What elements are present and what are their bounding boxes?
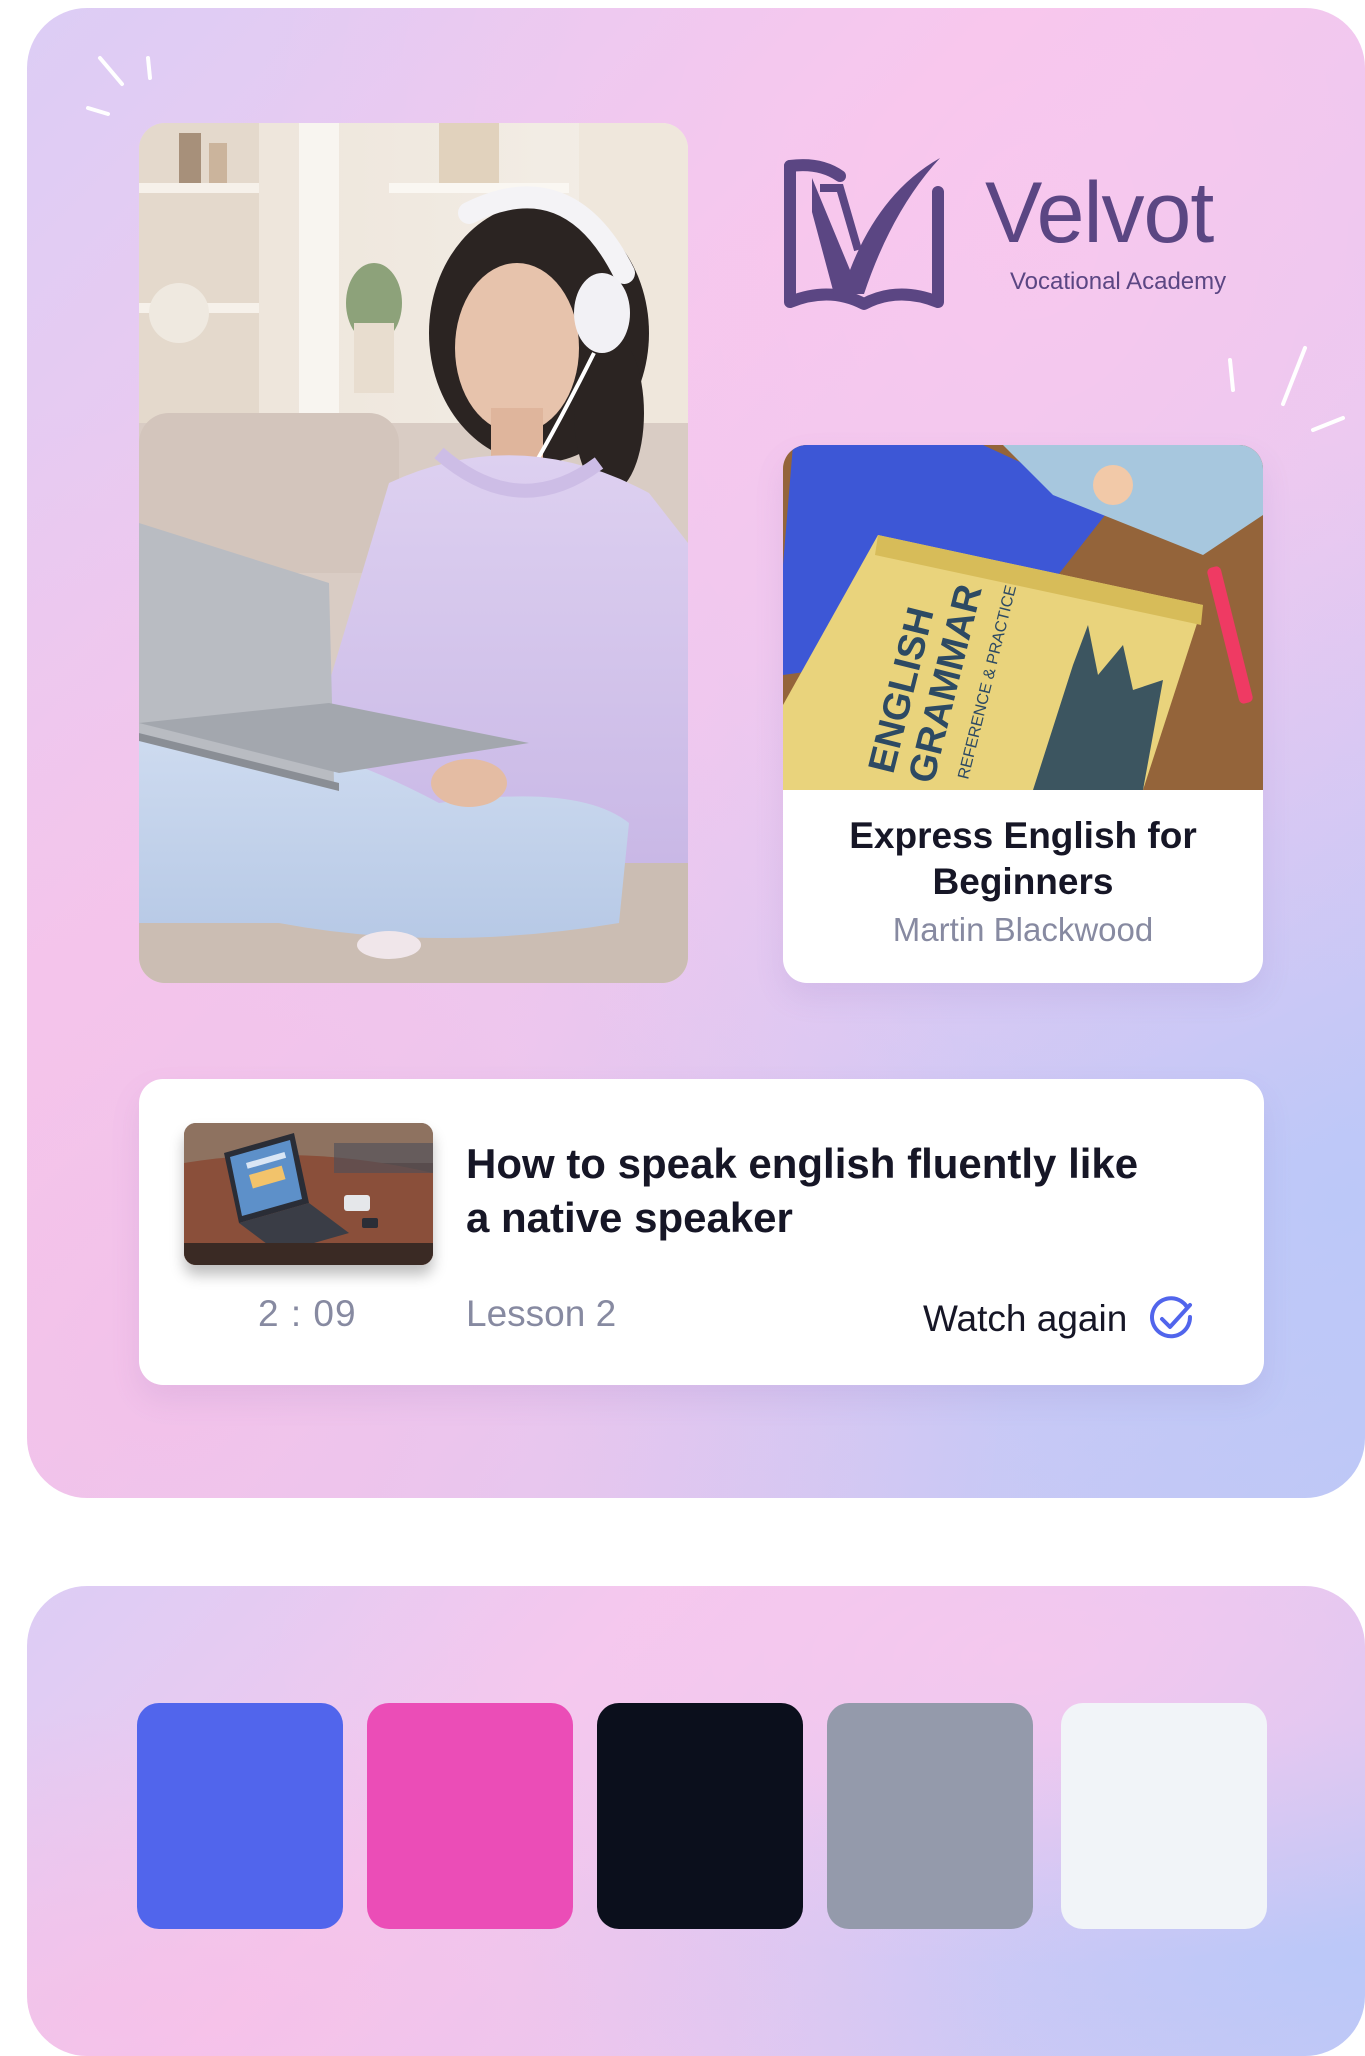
brand-logo: Velvot Vocational Academy [780, 150, 1270, 320]
laptop-video-thumbnail [184, 1123, 433, 1265]
course-title: Express English for Beginners [849, 815, 1197, 902]
brand-name: Velvot [985, 165, 1214, 261]
course-card[interactable]: ENGLISH GRAMMAR REFERENCE & PRACTICE Exp… [783, 445, 1263, 983]
book-check-icon [784, 158, 944, 310]
swatch-gray [827, 1703, 1033, 1929]
brand-tagline: Vocational Academy [1010, 268, 1227, 295]
check-circle-icon [1150, 1296, 1193, 1339]
watch-again-button[interactable]: Watch again [923, 1289, 1195, 1349]
lesson-number: Lesson 2 [466, 1293, 617, 1334]
swatch-primary-blue [137, 1703, 343, 1929]
lesson-card[interactable]: How to speak english fluently like a nat… [139, 1079, 1264, 1385]
sparkle-decoration-right [1228, 346, 1345, 432]
lesson-thumbnail[interactable] [184, 1123, 433, 1265]
student-laptop-photo [139, 123, 688, 983]
hero-photo [139, 123, 688, 983]
lesson-title: How to speak english fluently like a nat… [466, 1140, 1139, 1241]
grammar-book-photo: ENGLISH GRAMMAR REFERENCE & PRACTICE [783, 445, 1263, 790]
swatch-off-white [1061, 1703, 1267, 1929]
book-cover-photo: ENGLISH GRAMMAR REFERENCE & PRACTICE [783, 445, 1263, 790]
course-author: Martin Blackwood [892, 911, 1154, 948]
swatch-dark-navy [597, 1703, 803, 1929]
watch-again-label: Watch again [923, 1298, 1128, 1339]
lesson-duration: 2 : 09 [258, 1293, 357, 1334]
swatch-pink [367, 1703, 573, 1929]
sparkle-decoration-top-left [86, 56, 152, 116]
